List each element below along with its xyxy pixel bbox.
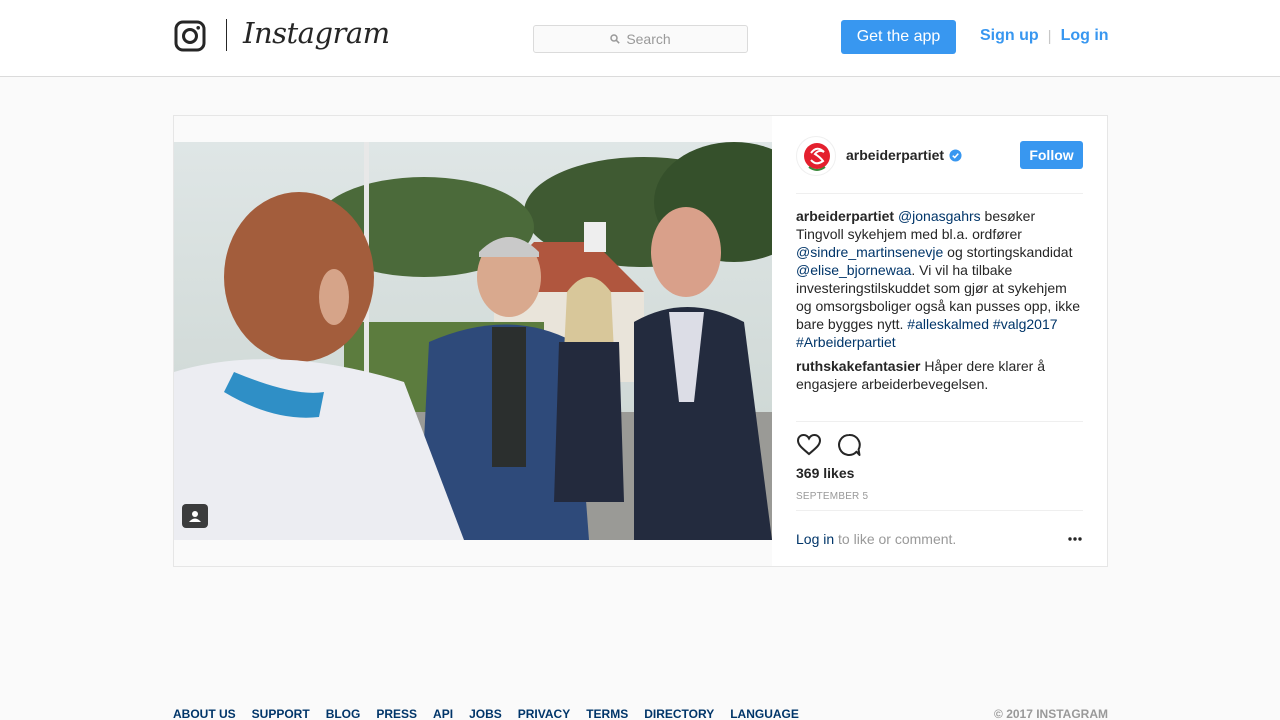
auth-links: Sign up | Log in <box>980 27 1109 45</box>
more-options-icon[interactable] <box>1066 534 1084 544</box>
login-to-comment-link[interactable]: Log in <box>796 531 834 547</box>
likes-count[interactable]: 369 likes <box>796 465 854 481</box>
comments-section: arbeiderpartiet @jonasgahrs besøker Ting… <box>796 207 1086 393</box>
post-author-name: arbeiderpartiet <box>846 147 945 163</box>
post-author-username[interactable]: arbeiderpartiet <box>846 147 962 163</box>
mention-link[interactable]: @jonasgahrs <box>898 208 981 224</box>
hashtag-link[interactable]: #Arbeiderpartiet <box>796 334 896 350</box>
post-photo[interactable] <box>174 142 772 540</box>
footer-links: ABOUT US SUPPORT BLOG PRESS API JOBS PRI… <box>173 707 799 720</box>
caption-text: og stortingskandidat <box>943 244 1073 260</box>
post-date[interactable]: SEPTEMBER 5 <box>796 491 868 502</box>
footer-link-terms[interactable]: TERMS <box>586 707 628 720</box>
mention-link[interactable]: @sindre_martinsenevje <box>796 244 943 260</box>
copyright-text: © 2017 INSTAGRAM <box>994 707 1108 720</box>
header-divider <box>796 193 1083 194</box>
caption: arbeiderpartiet @jonasgahrs besøker Ting… <box>796 207 1086 351</box>
tagged-people-button[interactable] <box>182 504 208 528</box>
hashtag-link[interactable]: #valg2017 <box>993 316 1058 332</box>
footer-link-language[interactable]: LANGUAGE <box>730 707 799 720</box>
footer-link-press[interactable]: PRESS <box>376 707 417 720</box>
post-media-area <box>174 116 772 566</box>
login-divider <box>796 510 1083 511</box>
comment-bubble-icon[interactable] <box>836 432 862 458</box>
login-prompt-text: to like or comment. <box>834 531 957 547</box>
instagram-wordmark[interactable]: Instagram <box>243 16 390 50</box>
search-icon <box>610 34 621 44</box>
search-placeholder: Search <box>626 31 671 47</box>
footer-link-jobs[interactable]: JOBS <box>469 707 502 720</box>
caption-author-link[interactable]: arbeiderpartiet <box>796 208 894 224</box>
avatar[interactable] <box>796 136 836 176</box>
footer-link-api[interactable]: API <box>433 707 453 720</box>
post-sidebar: arbeiderpartiet Follow arbeiderpartiet @… <box>772 116 1107 566</box>
footer-link-blog[interactable]: BLOG <box>326 707 361 720</box>
rose-logo-icon <box>804 143 830 171</box>
verified-badge-icon <box>949 148 962 162</box>
actions-divider <box>796 421 1083 422</box>
top-nav-bar: Instagram Search Get the app Sign up | L… <box>0 0 1280 77</box>
log-in-link[interactable]: Log in <box>1061 27 1109 45</box>
sign-up-link[interactable]: Sign up <box>980 27 1039 45</box>
logo-divider <box>226 19 227 51</box>
follow-button[interactable]: Follow <box>1020 141 1083 169</box>
mention-link[interactable]: @elise_bjornewaa <box>796 262 911 278</box>
comment-item: ruthskakefantasier Håper dere klarer å e… <box>796 357 1086 393</box>
footer-link-directory[interactable]: DIRECTORY <box>644 707 714 720</box>
footer-link-privacy[interactable]: PRIVACY <box>518 707 570 720</box>
login-prompt: Log in to like or comment. <box>796 531 956 547</box>
get-the-app-button[interactable]: Get the app <box>841 20 956 54</box>
footer: ABOUT US SUPPORT BLOG PRESS API JOBS PRI… <box>173 707 1108 720</box>
tagged-people-icon <box>189 511 201 522</box>
hashtag-link[interactable]: #alleskalmed <box>907 316 989 332</box>
comment-author-link[interactable]: ruthskakefantasier <box>796 358 921 374</box>
footer-link-about-us[interactable]: ABOUT US <box>173 707 236 720</box>
heart-icon[interactable] <box>796 432 822 458</box>
post-photo-illustration <box>174 142 772 540</box>
footer-link-support[interactable]: SUPPORT <box>252 707 310 720</box>
search-input[interactable]: Search <box>533 25 748 53</box>
auth-separator: | <box>1047 27 1052 45</box>
post-card: arbeiderpartiet Follow arbeiderpartiet @… <box>173 115 1108 567</box>
instagram-camera-icon <box>174 20 206 52</box>
